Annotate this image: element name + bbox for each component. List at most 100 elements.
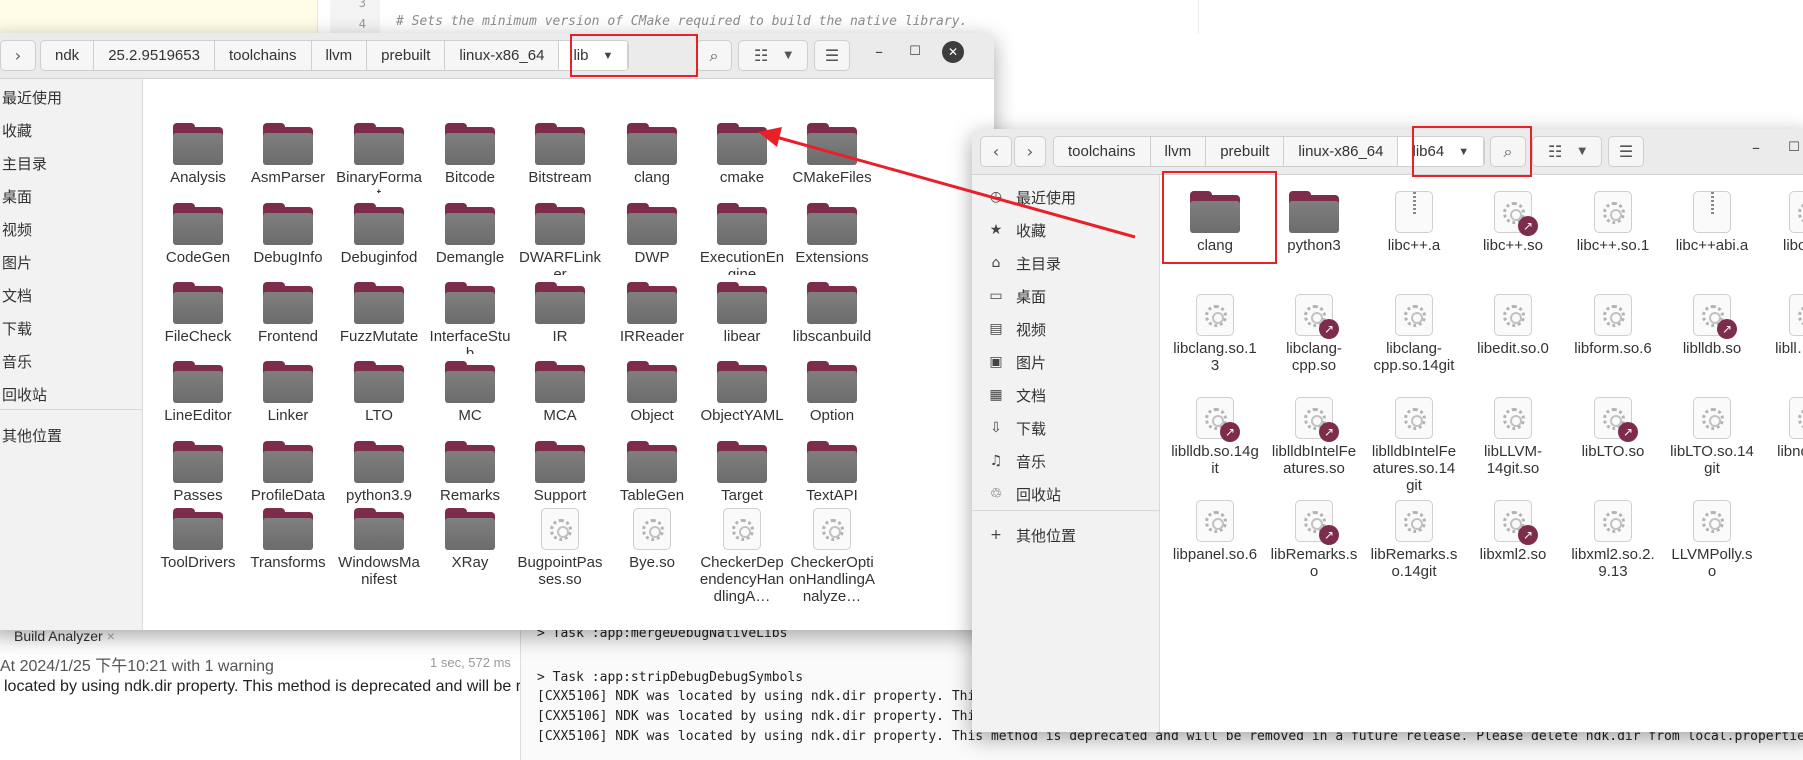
- file-item-objectyaml[interactable]: ObjectYAML: [699, 361, 785, 433]
- view-options-button[interactable]: ☷ ▼: [738, 40, 808, 71]
- breadcrumb-item-linux-x86-64[interactable]: linux-x86_64: [445, 41, 560, 70]
- sidebar-item-0[interactable]: ◷ 最近使用: [986, 185, 1076, 209]
- build-summary[interactable]: At 2024/1/25 下午10:21 with 1 warning: [0, 652, 274, 676]
- file-item-asmparser[interactable]: AsmParser: [245, 123, 331, 193]
- file-item-liblto-so[interactable]: ↗ libLTO.so: [1569, 397, 1657, 497]
- file-item-dwarflinker[interactable]: DWARFLinker: [517, 203, 603, 275]
- file-item-libear[interactable]: libear: [699, 282, 785, 354]
- sidebar-item-4[interactable]: ▤ 视频: [986, 317, 1046, 341]
- search-button[interactable]: ⌕: [1490, 136, 1526, 167]
- file-item-llvmpolly-so[interactable]: LLVMPolly.so: [1668, 500, 1756, 600]
- sidebar-item-3[interactable]: 桌面: [2, 184, 32, 208]
- file-item-profiledata[interactable]: ProfileData: [245, 441, 331, 503]
- file-item-debuginfod[interactable]: Debuginfod: [336, 203, 422, 275]
- file-item-liblldbintelfeatures-so-14git[interactable]: liblldbIntelFeatures.so.14git: [1370, 397, 1458, 497]
- view-options-button[interactable]: ☷ ▼: [1532, 136, 1602, 167]
- file-item-python3[interactable]: python3: [1270, 191, 1358, 291]
- file-item-cmakefiles[interactable]: CMakeFiles: [789, 123, 875, 193]
- sidebar-item-5[interactable]: ▣ 图片: [986, 350, 1046, 374]
- breadcrumb-item-toolchains[interactable]: toolchains: [1054, 137, 1151, 166]
- sidebar-item-1[interactable]: ★ 收藏: [986, 218, 1046, 242]
- file-item-bugpointpasses-so[interactable]: BugpointPasses.so: [517, 508, 603, 623]
- file-item-ir[interactable]: IR: [517, 282, 603, 354]
- file-item-libc-so-1[interactable]: libc++.so.1: [1569, 191, 1657, 291]
- sidebar-item-10[interactable]: + 其他位置: [986, 523, 1076, 547]
- sidebar-item-2[interactable]: 主目录: [2, 151, 47, 175]
- file-item-target[interactable]: Target: [699, 441, 785, 503]
- file-item-libll-14-0[interactable]: libll…14.0: [1764, 294, 1803, 394]
- forward-button[interactable]: ›: [1014, 136, 1046, 167]
- sidebar-item-2[interactable]: ⌂ 主目录: [986, 251, 1061, 275]
- file-item-libc-a[interactable]: libc++.a: [1370, 191, 1458, 291]
- file-item-windowsmanifest[interactable]: WindowsManifest: [336, 508, 422, 623]
- file-item-executionengine[interactable]: ExecutionEngine: [699, 203, 785, 275]
- sidebar-item-6[interactable]: 文档: [2, 283, 32, 307]
- minimize-button[interactable]: –: [1745, 136, 1767, 158]
- maximize-button[interactable]: ☐: [904, 40, 926, 62]
- file-item-binaryformat[interactable]: BinaryFormat: [336, 123, 422, 193]
- file-item-libform-so-6[interactable]: libform.so.6: [1569, 294, 1657, 394]
- file-item-remarks[interactable]: Remarks: [427, 441, 513, 503]
- sidebar-item-9[interactable]: ♲ 回收站: [986, 482, 1061, 506]
- file-item-liblldb-so-14git[interactable]: ↗ liblldb.so.14git: [1171, 397, 1259, 497]
- file-item-bitcode[interactable]: Bitcode: [427, 123, 513, 193]
- sidebar-item-5[interactable]: 图片: [2, 250, 32, 274]
- file-item-checkerdependencyhandlinga[interactable]: CheckerDependencyHandlingA…: [699, 508, 785, 623]
- file-item-lineeditor[interactable]: LineEditor: [155, 361, 241, 433]
- file-item-lto[interactable]: LTO: [336, 361, 422, 433]
- file-item-irreader[interactable]: IRReader: [609, 282, 695, 354]
- breadcrumb-item-lib[interactable]: lib ▼: [559, 41, 629, 70]
- file-item-libc-so[interactable]: ↗ libc++.so: [1469, 191, 1557, 291]
- sidebar-item-7[interactable]: 下载: [2, 316, 32, 340]
- file-item-libllvm-14git-so[interactable]: libLLVM-14git.so: [1469, 397, 1557, 497]
- sidebar-item-0[interactable]: 最近使用: [2, 85, 62, 109]
- file-item-passes[interactable]: Passes: [155, 441, 241, 503]
- file-item-libclang-cpp-so[interactable]: ↗ libclang-cpp.so: [1270, 294, 1358, 394]
- file-item-option[interactable]: Option: [789, 361, 875, 433]
- sidebar-item-6[interactable]: ▦ 文档: [986, 383, 1046, 407]
- file-item-extensions[interactable]: Extensions: [789, 203, 875, 275]
- build-warning-text[interactable]: located by using ndk.dir property. This …: [4, 678, 521, 696]
- file-item-bye-so[interactable]: Bye.so: [609, 508, 695, 623]
- breadcrumb-item-linux-x86-64[interactable]: linux-x86_64: [1284, 137, 1399, 166]
- file-item-tablegen[interactable]: TableGen: [609, 441, 695, 503]
- file-item-liblto-so-14git[interactable]: libLTO.so.14git: [1668, 397, 1756, 497]
- file-item-libclang-so-13[interactable]: libclang.so.13: [1171, 294, 1259, 394]
- file-item-python3-9[interactable]: python3.9: [336, 441, 422, 503]
- chevron-down-icon[interactable]: ▼: [602, 50, 613, 62]
- sidebar-item-9[interactable]: 回收站: [2, 382, 47, 406]
- breadcrumb-item-llvm[interactable]: llvm: [312, 41, 368, 70]
- file-item-libxml2-so-2-9-13[interactable]: libxml2.so.2.9.13: [1569, 500, 1657, 600]
- file-item-mca[interactable]: MCA: [517, 361, 603, 433]
- file-item-interfacestub[interactable]: InterfaceStub: [427, 282, 513, 354]
- file-item-libremarks-so[interactable]: ↗ libRemarks.so: [1270, 500, 1358, 600]
- file-item-liblldbintelfeatures-so[interactable]: ↗ liblldbIntelFeatures.so: [1270, 397, 1358, 497]
- breadcrumb-item-prebuilt[interactable]: prebuilt: [1206, 137, 1285, 166]
- file-item-checkeroptionhandlinganalyze[interactable]: CheckerOptionHandlingAnalyze…: [789, 508, 875, 623]
- file-item-libclang-cpp-so-14git[interactable]: libclang-cpp.so.14git: [1370, 294, 1458, 394]
- sidebar-item-3[interactable]: ▭ 桌面: [986, 284, 1046, 308]
- file-item-analysis[interactable]: Analysis: [155, 123, 241, 193]
- file-item-mc[interactable]: MC: [427, 361, 513, 433]
- file-item-libremarks-so-14git[interactable]: libRemarks.so.14git: [1370, 500, 1458, 600]
- sidebar-item-8[interactable]: 音乐: [2, 349, 32, 373]
- file-item-cmake[interactable]: cmake: [699, 123, 785, 193]
- file-item-linker[interactable]: Linker: [245, 361, 331, 433]
- file-item-libpanel-so-6[interactable]: libpanel.so.6: [1171, 500, 1259, 600]
- file-item-frontend[interactable]: Frontend: [245, 282, 331, 354]
- menu-button[interactable]: ☰: [1608, 136, 1644, 167]
- file-item-libc-abi-a[interactable]: libc++abi.a: [1668, 191, 1756, 291]
- file-item-libxml2-so[interactable]: ↗ libxml2.so: [1469, 500, 1557, 600]
- file-item-libnc-so[interactable]: libnc…so: [1764, 397, 1803, 497]
- file-item-object[interactable]: Object: [609, 361, 695, 433]
- sidebar-item-1[interactable]: 收藏: [2, 118, 32, 142]
- file-item-transforms[interactable]: Transforms: [245, 508, 331, 623]
- breadcrumb-item-prebuilt[interactable]: prebuilt: [367, 41, 446, 70]
- file-item-demangle[interactable]: Demangle: [427, 203, 513, 275]
- breadcrumb-item-toolchains[interactable]: toolchains: [215, 41, 312, 70]
- file-item-codegen[interactable]: CodeGen: [155, 203, 241, 275]
- sidebar-item-10[interactable]: 其他位置: [2, 423, 62, 447]
- sidebar-item-4[interactable]: 视频: [2, 217, 32, 241]
- file-item-fuzzmutate[interactable]: FuzzMutate: [336, 282, 422, 354]
- back-button[interactable]: ‹: [980, 136, 1012, 167]
